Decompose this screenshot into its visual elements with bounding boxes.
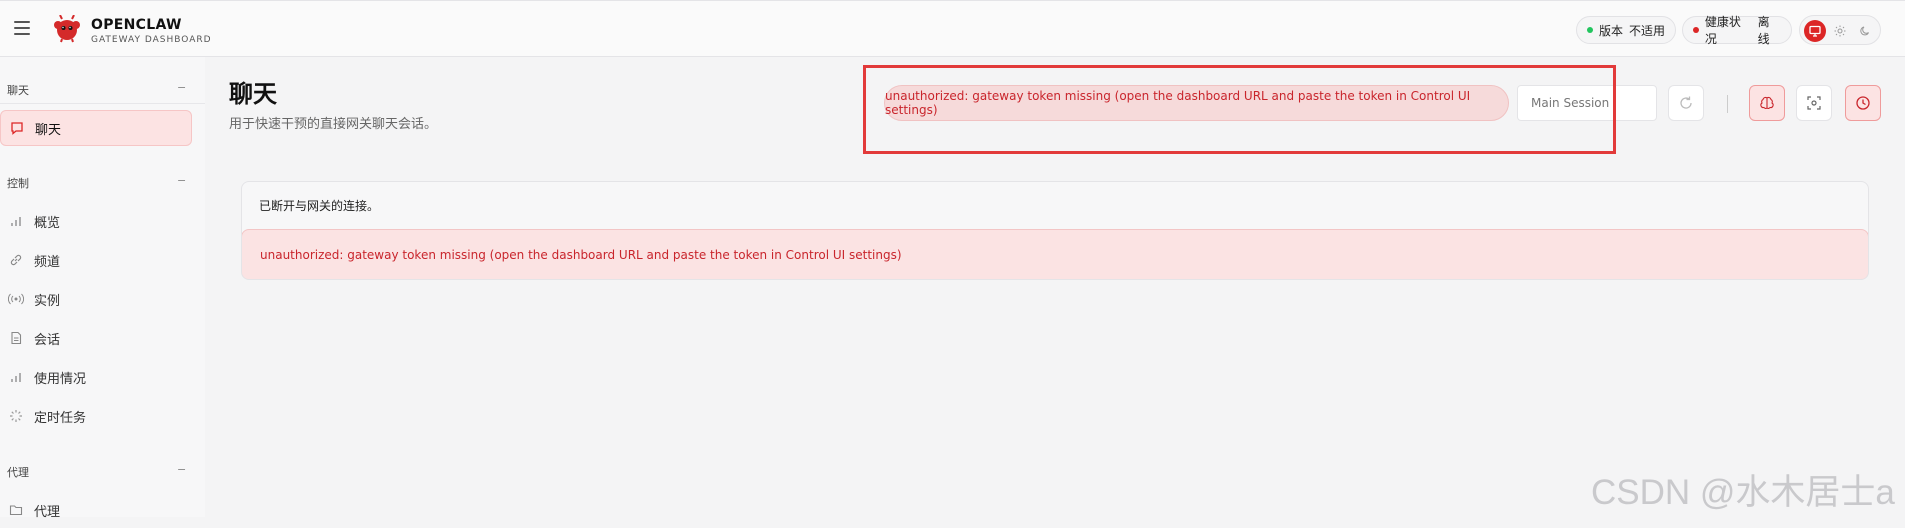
health-label: 健康状况: [1704, 15, 1741, 46]
connection-status-text: 已断开与网关的连接。: [259, 199, 380, 213]
sidebar-item-label: 概览: [34, 215, 61, 231]
spinner-icon: [8, 408, 24, 424]
chat-bubble-icon: [9, 120, 25, 136]
version-badge: 版本 不适用: [1576, 16, 1676, 44]
health-status-dot: [1693, 27, 1699, 33]
version-label: 版本: [1599, 23, 1624, 38]
link-icon: [8, 252, 24, 268]
sun-icon[interactable]: [1829, 20, 1851, 42]
annotation-highlight-box: [863, 65, 1616, 154]
sidebar-item-overview[interactable]: 概览: [0, 203, 192, 239]
sidebar: 聊天 − 聊天 控制 − 概览 频道 实例 会话 使用情况 定时任务 代理 − …: [0, 57, 205, 520]
sidebar-item-label: 会话: [34, 332, 61, 348]
moon-icon[interactable]: [1854, 20, 1876, 42]
refresh-icon: [1680, 96, 1692, 109]
sidebar-item-label: 频道: [34, 254, 61, 270]
clock-icon: [1856, 96, 1870, 110]
monitor-icon[interactable]: [1804, 20, 1826, 42]
page-title: 聊天: [229, 80, 277, 108]
toolbar-divider: [1727, 95, 1728, 113]
sidebar-item-agents[interactable]: 代理: [0, 492, 192, 528]
document-icon: [8, 330, 24, 346]
health-value: 离线: [1757, 15, 1770, 46]
openclaw-logo: [54, 15, 80, 43]
collapse-icon[interactable]: −: [177, 463, 186, 476]
top-bar: OPENCLAW GATEWAY DASHBOARD 版本 不适用 健康状况 离…: [0, 0, 1905, 57]
theme-toggle: [1799, 15, 1881, 45]
radio-waves-icon: [8, 291, 24, 307]
sidebar-item-sessions[interactable]: 会话: [0, 320, 192, 356]
sidebar-item-label: 聊天: [35, 122, 62, 138]
refresh-button[interactable]: [1668, 85, 1704, 121]
focus-icon: [1807, 96, 1821, 110]
section-divider: [0, 103, 205, 104]
sidebar-item-instances[interactable]: 实例: [0, 281, 192, 317]
focus-mode-button[interactable]: [1796, 85, 1832, 121]
bar-chart-icon: [8, 213, 24, 229]
sidebar-item-channels[interactable]: 频道: [0, 242, 192, 278]
section-title-control: 控制: [7, 177, 29, 190]
thinking-toggle-button[interactable]: [1749, 85, 1785, 121]
watermark: CSDN @水木居士a: [1591, 473, 1895, 512]
section-title-agents: 代理: [7, 466, 29, 479]
chat-error-message: unauthorized: gateway token missing (ope…: [242, 229, 1868, 279]
collapse-icon[interactable]: −: [177, 174, 186, 187]
folder-icon: [8, 502, 24, 518]
hamburger-menu-icon[interactable]: [14, 21, 30, 35]
version-status-dot: [1587, 27, 1593, 33]
sidebar-item-label: 实例: [34, 293, 61, 309]
brain-icon: [1760, 96, 1774, 109]
sidebar-item-usage[interactable]: 使用情况: [0, 359, 192, 395]
sidebar-item-label: 使用情况: [34, 371, 87, 387]
health-badge: 健康状况 离线: [1682, 15, 1792, 46]
section-title-chat: 聊天: [7, 84, 29, 97]
bar-chart-icon: [8, 369, 24, 385]
chat-thread-card: 已断开与网关的连接。 unauthorized: gateway token m…: [241, 181, 1869, 280]
page-subtitle: 用于快速干预的直接网关聊天会话。: [229, 117, 438, 132]
sidebar-item-chat[interactable]: 聊天: [0, 110, 192, 146]
sidebar-item-label: 定时任务: [34, 410, 87, 426]
version-value: 不适用: [1629, 23, 1666, 38]
brand-title: OPENCLAW: [91, 17, 182, 33]
collapse-icon[interactable]: −: [177, 81, 186, 94]
brand-subtitle: GATEWAY DASHBOARD: [91, 35, 212, 45]
sidebar-item-cron-jobs[interactable]: 定时任务: [0, 398, 192, 434]
history-button[interactable]: [1845, 85, 1881, 121]
